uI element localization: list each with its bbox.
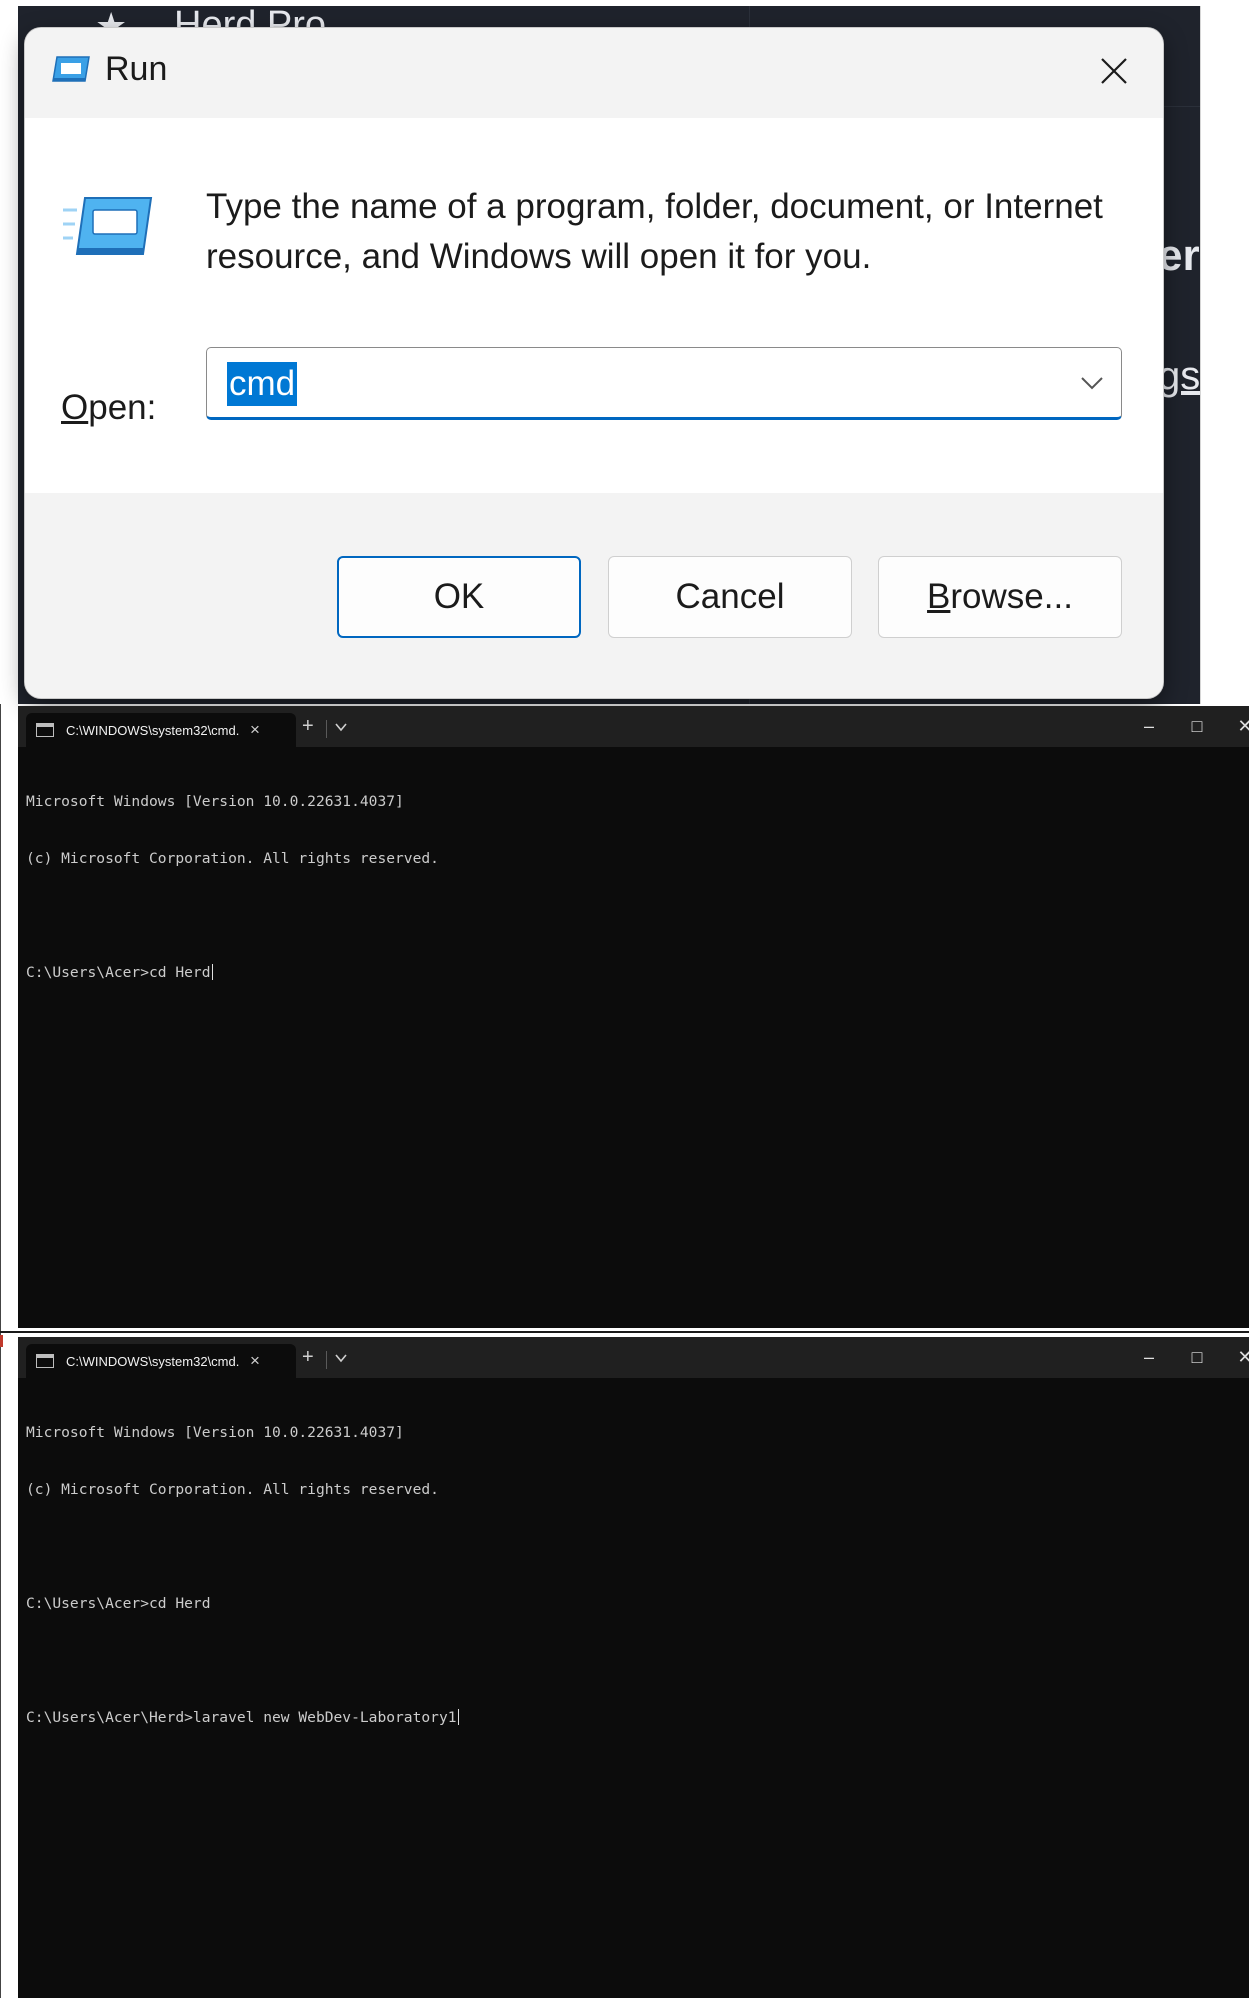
background-link-fragment[interactable]: gs [1158, 354, 1200, 399]
terminal-line: Microsoft Windows [Version 10.0.22631.40… [26, 793, 404, 810]
page-divider [0, 704, 1, 1998]
terminal-window: C:\WINDOWS\system32\cmd. × + – □ ✕ Micro… [18, 1337, 1249, 1998]
new-tab-button[interactable]: + [302, 1346, 314, 1369]
close-window-button[interactable]: ✕ [1222, 1341, 1249, 1373]
chevron-down-icon[interactable] [334, 720, 348, 734]
browse-button[interactable]: Browse... [878, 556, 1122, 638]
terminal-output[interactable]: Microsoft Windows [Version 10.0.22631.40… [26, 754, 1249, 1328]
chevron-down-icon[interactable] [1079, 372, 1105, 394]
terminal-window: C:\WINDOWS\system32\cmd. × + – □ ✕ Micro… [18, 706, 1249, 1328]
text-cursor [211, 964, 213, 980]
terminal-line: (c) Microsoft Corporation. All rights re… [26, 1481, 439, 1498]
text-cursor [457, 1709, 459, 1725]
cmd-icon [36, 723, 54, 737]
ok-button[interactable]: OK [337, 556, 581, 638]
section-marker [0, 1335, 3, 1347]
open-input[interactable]: cmd [227, 362, 298, 406]
terminal-tab[interactable]: C:\WINDOWS\system32\cmd. × [26, 1344, 296, 1378]
section-divider [0, 1331, 1249, 1333]
background-heading-fragment: er [1158, 231, 1200, 280]
close-window-button[interactable]: ✕ [1222, 710, 1249, 742]
run-titlebar: Run [25, 28, 1163, 118]
terminal-command: C:\Users\Acer>cd Herd [26, 964, 211, 981]
close-icon[interactable]: × [250, 1351, 260, 1371]
maximize-button[interactable]: □ [1174, 1341, 1220, 1373]
browse-mnemonic: B [927, 577, 951, 616]
terminal-line: Microsoft Windows [Version 10.0.22631.40… [26, 1424, 404, 1441]
terminal-line: (c) Microsoft Corporation. All rights re… [26, 850, 439, 867]
terminal-tab-title: C:\WINDOWS\system32\cmd. [66, 722, 240, 738]
browse-label: rowse... [950, 577, 1073, 616]
terminal-tab-title: C:\WINDOWS\system32\cmd. [66, 1353, 240, 1369]
terminal-output[interactable]: Microsoft Windows [Version 10.0.22631.40… [26, 1385, 1249, 1998]
close-icon [1101, 58, 1127, 84]
minimize-button[interactable]: – [1126, 1341, 1172, 1373]
close-icon[interactable]: × [250, 720, 260, 740]
terminal-prompt-line: C:\Users\Acer\Herd>laravel new WebDev-La… [26, 1708, 1249, 1727]
open-label-text: pen: [88, 388, 157, 427]
new-tab-button[interactable]: + [302, 715, 314, 738]
cancel-button[interactable]: Cancel [608, 556, 852, 638]
run-dialog: Run Type the name of a program, folder, … [25, 28, 1163, 698]
open-label-mnemonic: O [61, 388, 89, 427]
run-dialog-title: Run [105, 50, 168, 88]
run-dialog-description: Type the name of a program, folder, docu… [206, 187, 1103, 276]
terminal-titlebar: C:\WINDOWS\system32\cmd. × + – □ ✕ [18, 706, 1249, 747]
terminal-line: C:\Users\Acer>cd Herd [26, 1595, 211, 1612]
run-icon [52, 56, 90, 82]
close-button[interactable] [1085, 46, 1143, 96]
tab-separator [326, 720, 327, 738]
minimize-button[interactable]: – [1126, 710, 1172, 742]
maximize-button[interactable]: □ [1174, 710, 1220, 742]
terminal-command: C:\Users\Acer\Herd>laravel new WebDev-La… [26, 1709, 457, 1726]
open-combobox[interactable]: cmd [206, 347, 1122, 420]
terminal-titlebar: C:\WINDOWS\system32\cmd. × + – □ ✕ [18, 1337, 1249, 1378]
terminal-prompt-line: C:\Users\Acer>cd Herd [26, 963, 1249, 982]
tab-separator [326, 1351, 327, 1369]
open-label: Open: [61, 388, 156, 428]
background-page-strip [1200, 6, 1249, 704]
run-icon [63, 197, 153, 255]
chevron-down-icon[interactable] [334, 1351, 348, 1365]
cmd-icon [36, 1354, 54, 1368]
terminal-tab[interactable]: C:\WINDOWS\system32\cmd. × [26, 713, 296, 747]
